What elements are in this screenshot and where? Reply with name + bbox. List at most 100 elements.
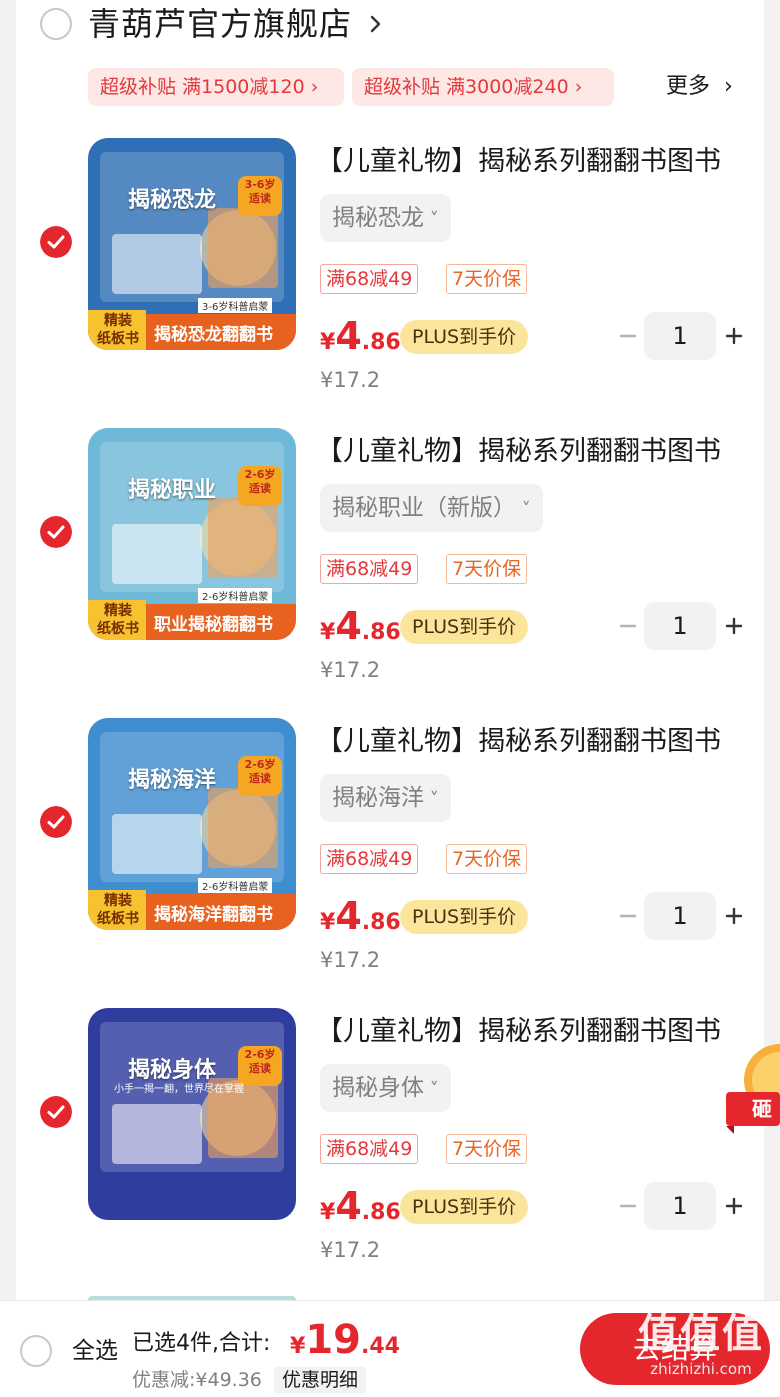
coupon-label: 超级补贴 满3000减240 [364, 76, 569, 98]
quantity-input[interactable]: 1 [644, 312, 716, 360]
shop-select-radio[interactable] [40, 8, 72, 40]
cart-shop-card: 青葫芦官方旗舰店 超级补贴 满1500减120 › 超级补贴 满3000减240… [16, 0, 764, 1300]
quantity-input[interactable]: 1 [644, 892, 716, 940]
spec-label: 揭秘职业（新版） [332, 495, 516, 521]
cover-title: 揭秘海洋 [128, 768, 217, 793]
plus-icon[interactable] [722, 324, 746, 348]
checkmark-icon[interactable] [40, 516, 72, 548]
product-thumbnail[interactable]: 揭秘海洋 2-6岁 适读 精装 纸板书 揭秘海洋翻翻书 2-6岁科普启蒙 [88, 718, 296, 930]
product-title[interactable]: 【儿童礼物】揭秘系列翻翻书图书 [316, 1014, 721, 1050]
product-thumbnail[interactable]: 揭秘职业 2-6岁 适读精装 纸板书 职业揭秘翻翻书 2-6岁科普启蒙 [88, 428, 296, 640]
cover-subtitle: 揭秘恐龙翻翻书 [154, 325, 273, 345]
plus-icon[interactable] [722, 904, 746, 928]
product-thumbnail[interactable]: 揭秘身体 2-6岁 适读 小手一揭一翻，世界尽在掌握 [88, 1008, 296, 1220]
price-integer: 4 [335, 1184, 362, 1228]
checkout-bar: 全选 已选4件,合计: ¥19.44 优惠减:¥49.36 优惠明细 去结算 [0, 1300, 780, 1397]
original-price: ¥17.2 [320, 368, 381, 392]
cart-item: 揭秘身体 2-6岁 适读 小手一揭一翻，世界尽在掌握 【儿童礼物】揭秘系列翻翻书图书揭… [16, 1008, 764, 1288]
cover-age-badge: 2-6岁 适读 [244, 1048, 276, 1075]
quantity-input[interactable]: 1 [644, 602, 716, 650]
original-price: ¥17.2 [320, 1238, 381, 1262]
minus-icon[interactable] [616, 324, 640, 348]
plus-price-badge: PLUS到手价 [400, 900, 529, 934]
price-integer: 4 [335, 314, 362, 358]
total-integer: 19 [305, 1317, 361, 1363]
minus-icon[interactable] [616, 614, 640, 638]
price-protect-tag: 7天价保 [446, 264, 528, 294]
total-price: ¥19.44 [290, 1317, 400, 1363]
price-currency: ¥ [320, 330, 336, 355]
price-protect-tag: 7天价保 [446, 554, 528, 584]
spec-selector[interactable]: 揭秘身体 ˅ [320, 1064, 451, 1112]
price-decimal: .86 [361, 910, 401, 935]
plus-price-badge: PLUS到手价 [400, 610, 529, 644]
product-thumbnail[interactable]: 揭秘恐龙 3-6岁 适读 精装 纸板书 揭秘恐龙翻翻书 3-6岁科普启蒙 [88, 138, 296, 350]
promo-tag: 满68减49 [320, 1134, 419, 1164]
select-all-radio[interactable] [20, 1335, 52, 1367]
original-price: ¥17.2 [320, 948, 381, 972]
cover-badge: 精装 纸板书 [97, 313, 139, 347]
price-decimal: .86 [361, 1200, 401, 1225]
cover-age-band: 2-6岁科普启蒙 [198, 588, 273, 603]
spec-selector[interactable]: 揭秘海洋 ˅ [320, 774, 451, 822]
total-currency: ¥ [290, 1334, 306, 1359]
chevron-down-icon: ˅ [424, 1079, 439, 1100]
cover-badge: 精装 纸板书 [97, 603, 139, 637]
cover-age-band: 3-6岁科普启蒙 [198, 298, 273, 313]
promo-tag: 满68减49 [320, 554, 419, 584]
coupon-chip[interactable]: 超级补贴 满3000减240 › [352, 68, 614, 106]
coupon-chip[interactable]: 超级补贴 满1500减120 › [88, 68, 344, 106]
chevron-right-icon[interactable] [362, 10, 390, 38]
more-label: 更多 [666, 74, 711, 99]
checkmark-icon[interactable] [40, 806, 72, 838]
price-protect-tag: 7天价保 [446, 1134, 528, 1164]
cart-item: 揭秘职业 2-6岁 适读精装 纸板书 职业揭秘翻翻书 2-6岁科普启蒙 【儿童礼物】揭秘… [16, 428, 764, 708]
shop-name[interactable]: 青葫芦官方旗舰店 [88, 4, 352, 44]
cover-age-band: 2-6岁科普启蒙 [198, 878, 273, 893]
plus-icon[interactable] [722, 1194, 746, 1218]
minus-icon[interactable] [616, 904, 640, 928]
more-coupons-link[interactable]: 更多 › [666, 68, 733, 106]
cover-age-badge: 2-6岁 适读 [244, 468, 276, 495]
book-cover-art [88, 1008, 296, 1220]
promo-tag: 满68减49 [320, 844, 419, 874]
plus-price-badge: PLUS到手价 [400, 1190, 529, 1224]
price-currency: ¥ [320, 620, 336, 645]
discount-detail-button[interactable]: 优惠明细 [274, 1367, 367, 1393]
price-protect-tag: 7天价保 [446, 844, 528, 874]
chevron-right-icon: › [574, 76, 583, 98]
spec-label: 揭秘身体 [332, 1075, 424, 1101]
original-price: ¥17.2 [320, 658, 381, 682]
product-title[interactable]: 【儿童礼物】揭秘系列翻翻书图书 [316, 144, 721, 180]
select-all-label[interactable]: 全选 [72, 1335, 118, 1367]
product-title[interactable]: 【儿童礼物】揭秘系列翻翻书图书 [316, 434, 721, 470]
product-price: ¥4.86 [320, 604, 401, 652]
cover-badge: 精装 纸板书 [97, 893, 139, 927]
plus-icon[interactable] [722, 614, 746, 638]
cart-item: 揭秘恐龙 3-6岁 适读 精装 纸板书 揭秘恐龙翻翻书 3-6岁科普启蒙 【儿童礼物】揭秘… [16, 138, 764, 418]
product-price: ¥4.86 [320, 314, 401, 362]
product-price: ¥4.86 [320, 1184, 401, 1232]
checkmark-icon[interactable] [40, 226, 72, 258]
quantity-input[interactable]: 1 [644, 1182, 716, 1230]
chevron-right-icon: › [717, 74, 733, 99]
cover-title: 揭秘恐龙 [128, 188, 217, 213]
price-decimal: .86 [361, 330, 401, 355]
cover-title: 揭秘职业 [128, 478, 217, 503]
chevron-down-icon: ˅ [516, 499, 531, 520]
checkout-button[interactable]: 去结算 [580, 1313, 770, 1385]
checkmark-icon[interactable] [40, 1096, 72, 1128]
cover-subtitle: 职业揭秘翻翻书 [154, 615, 273, 635]
shop-header: 青葫芦官方旗舰店 [16, 0, 764, 56]
selected-summary: 已选4件,合计: [132, 1331, 271, 1356]
spec-selector[interactable]: 揭秘恐龙 ˅ [320, 194, 451, 242]
spec-selector[interactable]: 揭秘职业（新版） ˅ [320, 484, 543, 532]
plus-price-badge: PLUS到手价 [400, 320, 529, 354]
product-title[interactable]: 【儿童礼物】揭秘系列翻翻书图书 [316, 724, 721, 760]
product-price: ¥4.86 [320, 894, 401, 942]
cover-subtitle: 小手一揭一翻，世界尽在掌握 [114, 1084, 244, 1095]
chevron-down-icon: ˅ [424, 789, 439, 810]
minus-icon[interactable] [616, 1194, 640, 1218]
cart-item: 揭秘海洋 2-6岁 适读 精装 纸板书 揭秘海洋翻翻书 2-6岁科普启蒙 【儿童礼物】揭秘… [16, 718, 764, 998]
promo-float-badge[interactable]: 砸 [722, 1040, 780, 1134]
